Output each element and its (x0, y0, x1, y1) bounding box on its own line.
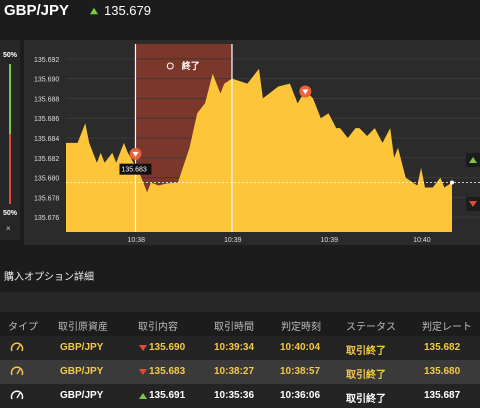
x-tick-label: 10:39 (224, 237, 242, 244)
cell-time: 10:35:36 (214, 390, 255, 401)
current-price-dot (450, 180, 454, 185)
y-tick-label: 135.690 (34, 77, 59, 84)
put-arrow-icon (139, 369, 147, 375)
crosshair-price: 135.683 (121, 167, 146, 174)
gauge-icon (10, 342, 24, 352)
gauge-icon (10, 366, 24, 376)
y-tick-label: 135.678 (34, 195, 59, 202)
panel-title: 購入オプション詳細 (4, 272, 94, 283)
current-price: 135.679 (104, 3, 151, 18)
y-tick-label: 135.686 (34, 116, 59, 123)
gauge-icon (10, 390, 24, 400)
col-judge-time: 判定時刻 (281, 322, 321, 333)
col-time: 取引時間 (214, 322, 254, 333)
put-marker-icon[interactable] (466, 197, 480, 211)
y-tick-label: 135.684 (34, 136, 59, 143)
cell-asset: GBP/JPY (60, 342, 104, 353)
balance-indicator: 50% 50% (0, 40, 20, 240)
x-tick-label: 10:39 (320, 237, 338, 244)
options-table: タイプ 取引原資産 取引内容 取引時間 判定時刻 ステータス 判定レート GBP… (0, 312, 480, 408)
col-status: ステータス (346, 322, 396, 333)
cell-status: 取引終了 (346, 370, 386, 381)
cell-rate: 135.687 (424, 390, 461, 401)
cell-status: 取引終了 (346, 346, 386, 357)
table-row[interactable]: GBP/JPY 135.691 10:35:36 10:36:06 取引終了 1… (0, 384, 480, 408)
up-arrow-icon (90, 7, 98, 15)
top-bar: GBP/JPY 135.679 (0, 0, 480, 28)
col-content: 取引内容 (138, 322, 178, 333)
cell-rate: 135.682 (424, 342, 461, 353)
cell-judge-time: 10:40:04 (280, 342, 321, 353)
put-arrow-icon (139, 345, 147, 351)
cell-content: 135.683 (149, 366, 186, 377)
balance-bars (9, 64, 11, 204)
pct-bottom: 50% (3, 210, 18, 217)
pct-top: 50% (3, 52, 18, 59)
panel-divider (0, 292, 480, 312)
cell-time: 10:38:27 (214, 366, 255, 377)
table-header: タイプ 取引原資産 取引内容 取引時間 判定時刻 ステータス 判定レート (0, 312, 480, 336)
col-asset: 取引原資産 (58, 322, 108, 333)
y-tick-label: 135.682 (34, 156, 59, 163)
chart-panel[interactable]: 135.692 135.690 135.688 135.686 135.684 135.6… (24, 40, 480, 245)
y-tick-label: 135.692 (34, 57, 59, 64)
col-rate: 判定レート (422, 322, 472, 333)
price-chart[interactable]: 135.692 135.690 135.688 135.686 135.684 135.6… (24, 40, 480, 245)
y-tick-label: 135.676 (34, 215, 59, 222)
cell-judge-time: 10:38:57 (280, 366, 321, 377)
table-row[interactable]: GBP/JPY 135.683 10:38:27 10:38:57 取引終了 1… (0, 360, 480, 384)
y-tick-label: 135.680 (34, 176, 59, 183)
x-tick-label: 10:38 (127, 237, 145, 244)
pair-title: GBP/JPY (4, 2, 70, 19)
cell-content: 135.690 (149, 342, 186, 353)
cell-status: 取引終了 (346, 394, 386, 405)
expiry-label: 終了 (182, 60, 200, 71)
cell-rate: 135.680 (424, 366, 461, 377)
col-type: タイプ (8, 322, 38, 333)
price-area (66, 68, 452, 232)
cell-content: 135.691 (149, 390, 186, 401)
cell-asset: GBP/JPY (60, 366, 104, 377)
close-icon[interactable]: × (6, 224, 11, 233)
call-marker-icon[interactable] (466, 153, 480, 167)
x-tick-label: 10:40 (413, 237, 431, 244)
y-tick-label: 135.688 (34, 96, 59, 103)
cell-time: 10:39:34 (214, 342, 255, 353)
table-row[interactable]: GBP/JPY 135.690 10:39:34 10:40:04 取引終了 1… (0, 336, 480, 360)
cell-judge-time: 10:36:06 (280, 390, 321, 401)
call-arrow-icon (139, 393, 147, 399)
cell-asset: GBP/JPY (60, 390, 104, 401)
